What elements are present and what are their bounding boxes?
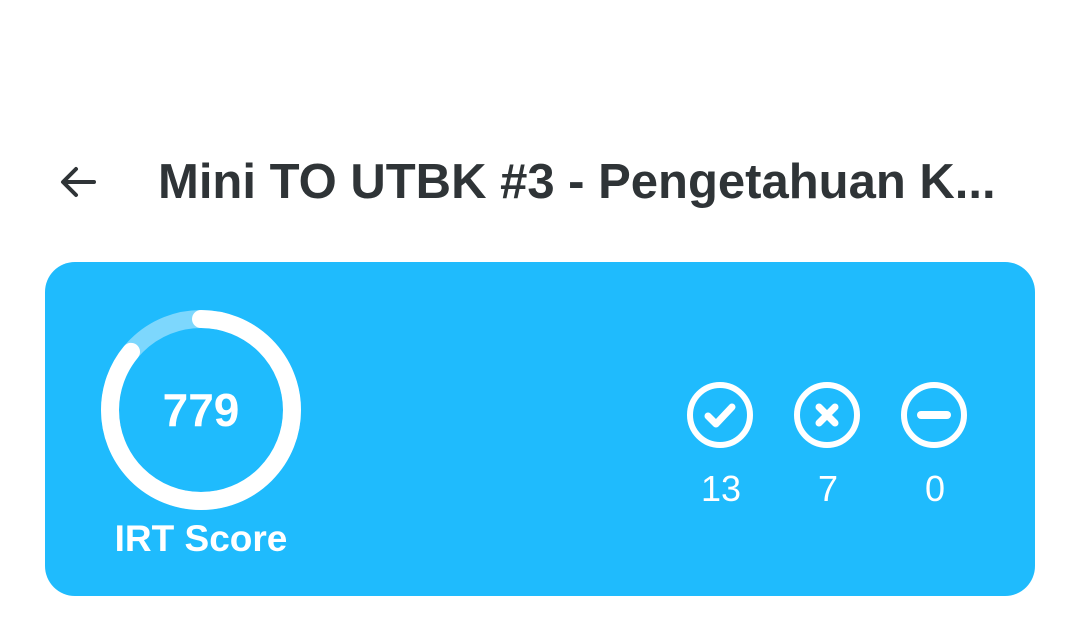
score-ring: 779 — [97, 306, 305, 514]
arrow-left-icon — [61, 167, 96, 197]
wrong-answers-stat: 7 — [792, 380, 864, 510]
irt-score-value: 779 — [162, 384, 240, 436]
x-circle-icon — [794, 382, 860, 448]
app-header: Mini TO UTBK #3 - Pengetahuan K... — [0, 130, 1080, 234]
irt-score-label: IRT Score — [114, 518, 288, 559]
back-button[interactable] — [48, 152, 108, 212]
minus-circle-icon — [901, 382, 967, 448]
empty-answers-stat: 0 — [899, 380, 971, 510]
score-card: 779 IRT Score 13 7 0 — [45, 262, 1035, 596]
empty-answers-count: 0 — [924, 468, 946, 509]
check-circle-icon — [687, 382, 753, 448]
wrong-answers-count: 7 — [817, 468, 839, 509]
page-title: Mini TO UTBK #3 - Pengetahuan K... — [158, 155, 996, 209]
correct-answers-count: 13 — [700, 468, 742, 509]
correct-answers-stat: 13 — [685, 380, 757, 510]
